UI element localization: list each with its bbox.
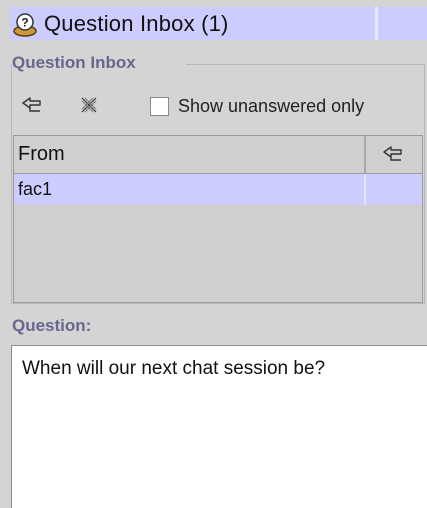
title-divider xyxy=(375,7,378,40)
question-text: When will our next chat session be? xyxy=(22,358,326,379)
question-text-area[interactable]: When will our next chat session be? xyxy=(11,345,427,508)
column-divider[interactable] xyxy=(364,136,366,173)
column-header-from[interactable]: From xyxy=(18,143,65,166)
column-header-reply[interactable] xyxy=(378,141,408,167)
question-inbox-icon: ? xyxy=(12,11,38,37)
reply-arrow-icon xyxy=(383,146,402,161)
question-table: From fac1 xyxy=(13,135,423,303)
question-inbox-window: ? Question Inbox (1) Question Inbox Show… xyxy=(0,0,427,508)
show-unanswered-label: Show unanswered only xyxy=(178,95,365,116)
cell-from[interactable]: fac1 xyxy=(18,179,52,200)
delete-x-icon xyxy=(81,97,97,113)
window-title: Question Inbox (1) xyxy=(44,10,229,36)
checkbox-box[interactable] xyxy=(150,96,169,116)
show-unanswered-checkbox[interactable]: Show unanswered only xyxy=(150,93,364,119)
reply-button[interactable] xyxy=(18,92,46,118)
cell-divider xyxy=(364,174,366,205)
delete-button[interactable] xyxy=(75,92,103,118)
question-label: Question: xyxy=(12,316,92,335)
svg-text:?: ? xyxy=(21,15,28,29)
table-row[interactable]: fac1 xyxy=(14,174,422,205)
reply-arrow-icon xyxy=(22,97,41,112)
title-bar: ? Question Inbox (1) xyxy=(10,7,427,40)
table-header: From xyxy=(14,136,422,174)
